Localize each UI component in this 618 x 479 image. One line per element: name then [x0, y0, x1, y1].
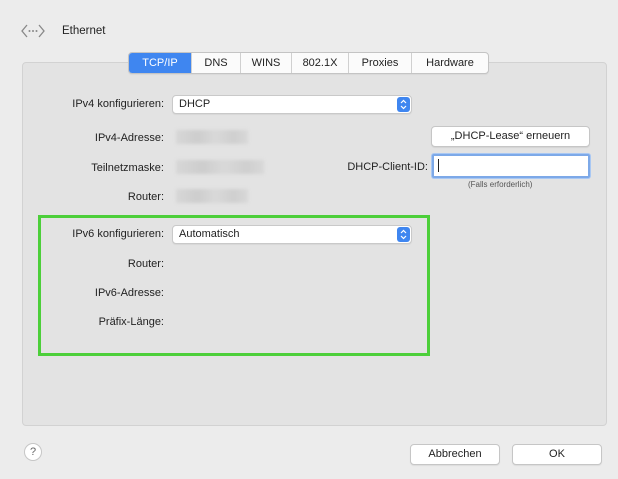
ethernet-icon: [21, 24, 45, 38]
ipv4-configure-label: IPv4 konfigurieren:: [72, 98, 164, 110]
text-caret: [438, 159, 439, 172]
subnet-mask-value-redacted: [176, 160, 264, 174]
tab-wins[interactable]: WINS: [240, 53, 291, 73]
tab-8021x[interactable]: 802.1X: [291, 53, 348, 73]
ipv4-address-value-redacted: [176, 130, 248, 144]
ipv4-router-label: Router:: [127, 191, 164, 203]
tab-tcpip[interactable]: TCP/IP: [129, 53, 191, 73]
tab-proxies[interactable]: Proxies: [348, 53, 411, 73]
dhcp-client-id-hint: (Falls erforderlich): [468, 180, 533, 189]
subnet-mask-label: Teilnetzmaske:: [91, 162, 164, 174]
tab-bar: TCP/IP DNS WINS 802.1X Proxies Hardware: [128, 52, 489, 74]
ipv4-address-label: IPv4-Adresse:: [94, 132, 164, 144]
window-title: Ethernet: [62, 25, 106, 37]
dhcp-client-id-field[interactable]: [432, 154, 590, 178]
help-button[interactable]: ?: [24, 443, 42, 461]
tab-hardware[interactable]: Hardware: [411, 53, 488, 73]
ok-button[interactable]: OK: [512, 444, 602, 465]
dhcp-client-id-label: DHCP-Client-ID:: [347, 161, 428, 173]
updown-arrows-icon: [397, 97, 410, 112]
renew-dhcp-lease-button[interactable]: „DHCP-Lease“ erneuern: [431, 126, 590, 147]
ipv4-router-value-redacted: [176, 189, 248, 203]
tab-dns[interactable]: DNS: [191, 53, 240, 73]
ipv4-configure-value: DHCP: [179, 98, 211, 110]
ipv6-highlight-box: [38, 215, 430, 356]
ipv4-configure-popup[interactable]: DHCP: [172, 95, 412, 114]
cancel-button[interactable]: Abbrechen: [410, 444, 500, 465]
